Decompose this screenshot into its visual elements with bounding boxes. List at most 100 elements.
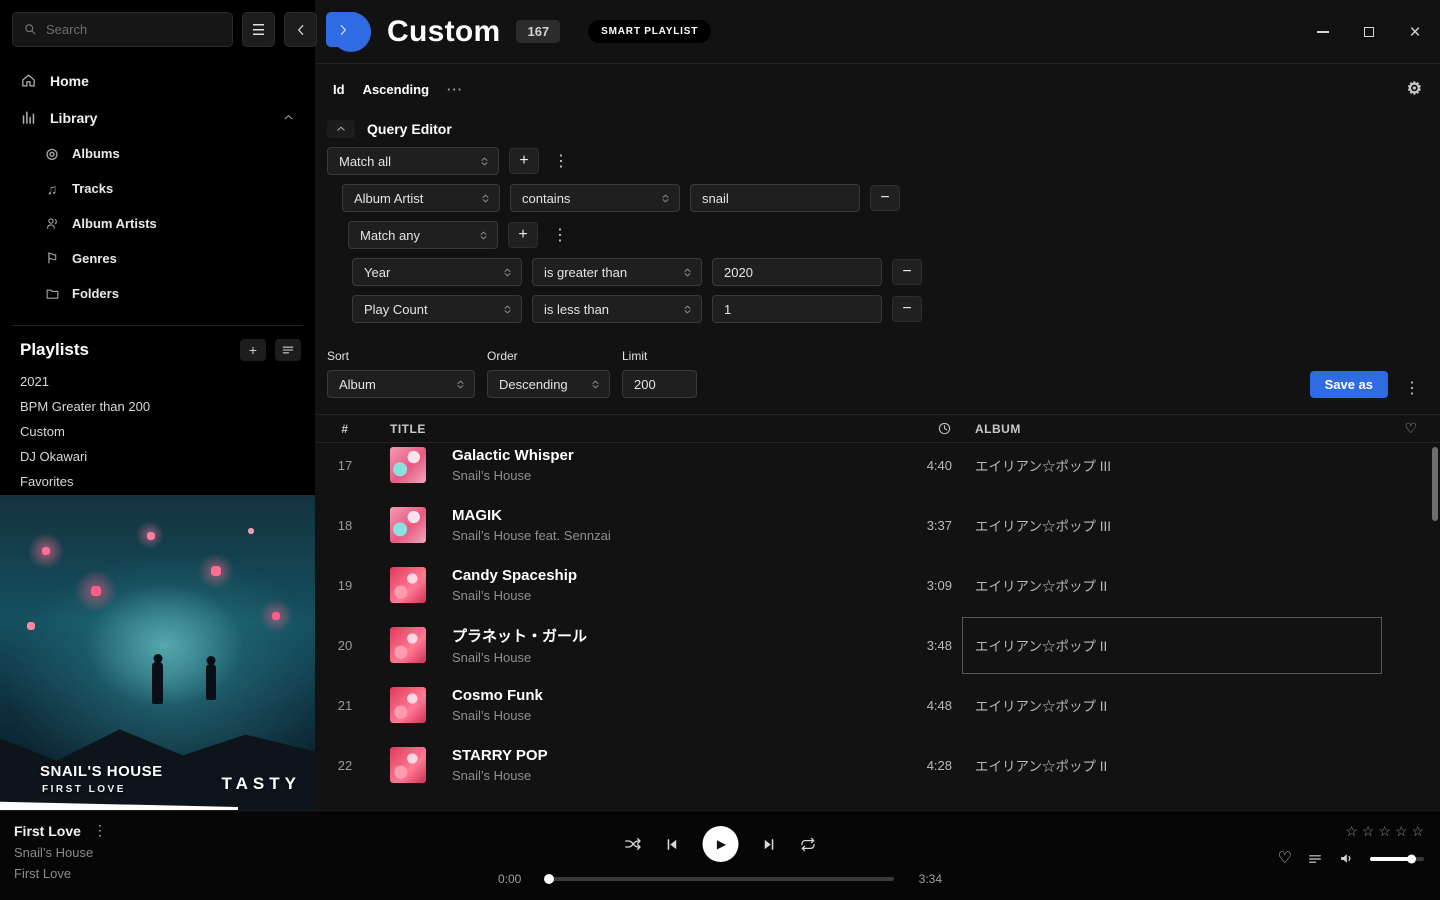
column-header-favorite[interactable]: ♡ [1382, 420, 1440, 437]
sidebar-item-genres[interactable]: ⚐ Genres [0, 241, 315, 276]
now-playing-artwork[interactable]: SNAIL'S HOUSE FIRST LOVE TASTY [0, 495, 315, 810]
star-icon[interactable]: ☆ [1362, 823, 1375, 840]
collapse-query-editor-button[interactable] [327, 120, 355, 138]
rule-operator-select[interactable]: is less than [532, 295, 702, 323]
sort-select[interactable]: Album [327, 370, 475, 398]
playlist-item[interactable]: Custom [0, 419, 315, 444]
sidebar-item-album-artists[interactable]: Album Artists [0, 206, 315, 241]
table-row[interactable]: 20 プラネット・ガール Snail’s House 3:48 エイリアン☆ポッ… [315, 615, 1440, 675]
rule-menu-button[interactable]: ⋮ [549, 151, 573, 171]
order-select[interactable]: Descending [487, 370, 610, 398]
rule-operator-select[interactable]: is greater than [532, 258, 702, 286]
track-artist[interactable]: Snail’s House [452, 650, 887, 665]
track-artist[interactable]: Snail’s House [452, 768, 887, 783]
next-button[interactable] [761, 836, 778, 853]
sidebar-item-folders[interactable]: Folders [0, 276, 315, 311]
track-album[interactable]: エイリアン☆ポップ III [962, 443, 1382, 495]
shuffle-button[interactable] [624, 835, 642, 853]
remove-rule-button[interactable]: − [892, 296, 922, 322]
track-title[interactable]: MAGIK [452, 507, 887, 524]
remove-rule-button[interactable]: − [892, 259, 922, 285]
collapse-chevron-icon[interactable] [282, 111, 295, 124]
playlist-item[interactable]: Favorites [0, 469, 315, 494]
track-artist[interactable]: Snail’s House feat. Sennzai [452, 528, 887, 543]
track-title[interactable]: Candy Spaceship [452, 567, 887, 584]
limit-input[interactable] [622, 370, 697, 398]
track-album[interactable]: エイリアン☆ポップ II [962, 735, 1382, 795]
now-playing-menu-button[interactable]: ⋮ [93, 822, 107, 839]
track-artist[interactable]: Snail’s House [452, 468, 887, 483]
nav-forward-button[interactable] [326, 12, 359, 47]
group-match-type-select[interactable]: Match any [348, 221, 498, 249]
rule-value-input[interactable] [712, 258, 882, 286]
now-playing-artist[interactable]: Snail’s House [14, 845, 107, 860]
match-type-select[interactable]: Match all [327, 147, 499, 175]
track-title[interactable]: Galactic Whisper [452, 447, 887, 464]
sidebar-item-albums[interactable]: ◎ Albums [0, 136, 315, 171]
sidebar-item-library[interactable]: Library [0, 99, 315, 136]
table-row[interactable]: 17 Galactic Whisper Snail’s House 4:40 エ… [315, 443, 1440, 495]
track-album-focused-cell[interactable]: エイリアン☆ポップ II [962, 617, 1382, 674]
add-playlist-button[interactable]: + [240, 339, 266, 361]
seek-bar[interactable] [546, 877, 894, 881]
seek-handle[interactable] [544, 874, 554, 884]
repeat-button[interactable] [800, 836, 817, 853]
scrollbar-thumb[interactable] [1432, 447, 1438, 521]
track-title[interactable]: プラネット・ガール [452, 625, 887, 646]
group-menu-button[interactable]: ⋮ [548, 225, 572, 245]
now-playing-album[interactable]: First Love [14, 866, 107, 881]
table-row[interactable]: 18 MAGIK Snail’s House feat. Sennzai 3:3… [315, 495, 1440, 555]
rule-field-select[interactable]: Year [352, 258, 522, 286]
rule-field-select[interactable]: Play Count [352, 295, 522, 323]
star-icon[interactable]: ☆ [1395, 823, 1408, 840]
more-options-button[interactable]: ··· [447, 82, 463, 97]
sort-field-control[interactable]: Id [333, 82, 345, 97]
track-artist[interactable]: Snail’s House [452, 708, 887, 723]
add-group-rule-button[interactable]: + [508, 222, 538, 248]
track-album[interactable]: エイリアン☆ポップ II [962, 675, 1382, 735]
close-button[interactable]: × [1408, 25, 1422, 39]
menu-button[interactable]: ☰ [242, 12, 275, 47]
volume-button[interactable] [1338, 850, 1355, 867]
volume-handle[interactable] [1407, 854, 1416, 863]
search-box[interactable] [12, 12, 233, 47]
previous-button[interactable] [664, 836, 681, 853]
rule-operator-select[interactable]: contains [510, 184, 680, 212]
queue-button[interactable] [1307, 851, 1323, 867]
playlist-item[interactable]: DJ Okawari [0, 444, 315, 469]
track-artist[interactable]: Snail’s House [452, 588, 887, 603]
sidebar-item-tracks[interactable]: ♫ Tracks [0, 171, 315, 206]
nav-back-button[interactable] [284, 12, 317, 47]
star-icon[interactable]: ☆ [1345, 823, 1358, 840]
playlist-list-button[interactable] [275, 339, 301, 361]
save-as-button[interactable]: Save as [1310, 371, 1388, 398]
track-title[interactable]: Cosmo Funk [452, 687, 887, 704]
column-header-album[interactable]: ALBUM [962, 422, 1382, 436]
sidebar-item-home[interactable]: Home [0, 62, 315, 99]
play-pause-button[interactable]: ▶ [703, 826, 739, 862]
volume-slider[interactable] [1370, 857, 1424, 861]
column-header-duration[interactable] [887, 421, 962, 436]
playlist-item[interactable]: 2021 [0, 369, 315, 394]
star-icon[interactable]: ☆ [1411, 823, 1424, 840]
rule-value-input[interactable] [690, 184, 860, 212]
star-icon[interactable]: ☆ [1378, 823, 1391, 840]
maximize-button[interactable] [1362, 25, 1376, 39]
now-playing-title[interactable]: First Love [14, 823, 81, 839]
rule-value-input[interactable] [712, 295, 882, 323]
table-row[interactable]: 22 STARRY POP Snail’s House 4:28 エイリアン☆ポ… [315, 735, 1440, 795]
table-row[interactable]: 21 Cosmo Funk Snail’s House 4:48 エイリアン☆ポ… [315, 675, 1440, 735]
add-rule-button[interactable]: + [509, 148, 539, 174]
table-row[interactable]: 19 Candy Spaceship Snail’s House 3:09 エイ… [315, 555, 1440, 615]
sort-direction-control[interactable]: Ascending [363, 82, 429, 97]
playlist-item[interactable]: BPM Greater than 200 [0, 394, 315, 419]
track-album[interactable]: エイリアン☆ポップ II [962, 555, 1382, 615]
track-album[interactable]: エイリアン☆ポップ III [962, 495, 1382, 555]
save-menu-button[interactable]: ⋮ [1400, 378, 1424, 398]
track-title[interactable]: STARRY POP [452, 747, 887, 764]
minimize-button[interactable] [1316, 25, 1330, 39]
remove-rule-button[interactable]: − [870, 185, 900, 211]
rule-field-select[interactable]: Album Artist [342, 184, 500, 212]
column-header-index[interactable]: # [315, 422, 375, 436]
settings-gear-icon[interactable]: ⚙ [1407, 79, 1422, 99]
